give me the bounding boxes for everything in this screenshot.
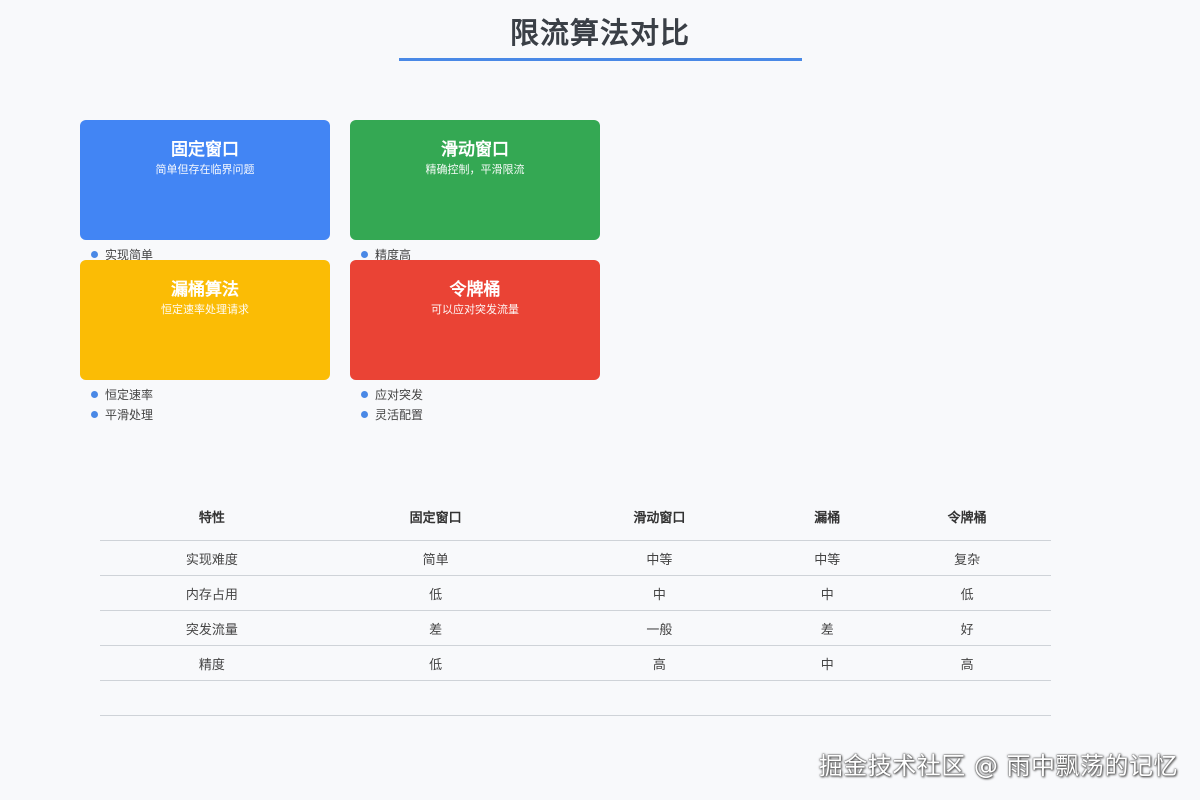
card-sliding-window: 滑动窗口 精确控制，平滑限流 xyxy=(350,120,600,240)
table-cell: 一般 xyxy=(547,610,772,646)
table-cell: 中 xyxy=(547,575,772,611)
comparison-table: 特性 固定窗口 滑动窗口 漏桶 令牌桶 实现难度 简单 中等 中等 复杂 内存占… xyxy=(100,493,1051,716)
list-item: 平滑处理 xyxy=(91,408,153,428)
table-cell: 低 xyxy=(323,645,548,681)
bullet-dot-icon xyxy=(91,251,98,258)
table-cell: 差 xyxy=(323,610,548,646)
table-cell: 中 xyxy=(771,575,884,611)
table-cell: 好 xyxy=(883,610,1051,646)
bullet-dot-icon xyxy=(91,411,98,418)
card-leaky-bucket: 漏桶算法 恒定速率处理请求 xyxy=(80,260,330,380)
table-row: 内存占用 低 中 中 低 xyxy=(100,575,1051,611)
table-cell: 实现难度 xyxy=(100,540,324,576)
table-cell: 低 xyxy=(323,575,548,611)
card-title: 令牌桶 xyxy=(449,280,501,300)
table-cell: 内存占用 xyxy=(100,575,324,611)
table-cell: 高 xyxy=(883,645,1051,681)
table-cell: 差 xyxy=(771,610,884,646)
table-row: 精度 低 高 中 高 xyxy=(100,645,1051,681)
list-item: 灵活配置 xyxy=(361,408,423,428)
table-cell: 高 xyxy=(547,645,772,681)
table-header-cell: 令牌桶 xyxy=(947,511,987,526)
card-description: 精确控制，平滑限流 xyxy=(425,163,525,176)
list-item: 恒定速率 xyxy=(91,388,153,408)
table-row: 实现难度 简单 中等 中等 复杂 xyxy=(100,540,1051,576)
table-row: 突发流量 差 一般 差 好 xyxy=(100,610,1051,646)
card-description: 可以应对突发流量 xyxy=(431,303,519,316)
page-title: 限流算法对比 xyxy=(509,16,690,50)
list-item: 应对突发 xyxy=(361,388,423,408)
bullet-dot-icon xyxy=(91,391,98,398)
card-title: 滑动窗口 xyxy=(441,140,509,160)
table-header-cell: 滑动窗口 xyxy=(633,511,686,526)
watermark: 掘金技术社区 @ 雨中飘荡的记忆 xyxy=(818,752,1178,780)
card-fixed-window: 固定窗口 简单但存在临界问题 xyxy=(80,120,330,240)
table-header-cell: 固定窗口 xyxy=(409,511,462,526)
bullet-dot-icon xyxy=(361,391,368,398)
table-row-empty xyxy=(100,680,1051,716)
card-title: 漏桶算法 xyxy=(171,280,239,300)
card-description: 恒定速率处理请求 xyxy=(161,303,249,316)
table-header-row: 特性 固定窗口 滑动窗口 漏桶 令牌桶 xyxy=(100,493,1051,541)
table-cell: 中等 xyxy=(547,540,772,576)
card-token-bucket: 令牌桶 可以应对突发流量 xyxy=(350,260,600,380)
table-cell: 复杂 xyxy=(883,540,1051,576)
bullet-dot-icon xyxy=(361,411,368,418)
card-description: 简单但存在临界问题 xyxy=(155,163,255,176)
table-cell: 中等 xyxy=(771,540,884,576)
card-points-token-bucket: 应对突发 灵活配置 xyxy=(361,388,423,428)
table-cell: 简单 xyxy=(323,540,548,576)
title-underline xyxy=(399,58,802,61)
card-points-leaky-bucket: 恒定速率 平滑处理 xyxy=(91,388,153,428)
table-cell: 中 xyxy=(771,645,884,681)
table-header-cell: 特性 xyxy=(198,511,225,526)
table-header-cell: 漏桶 xyxy=(814,511,841,526)
table-cell: 低 xyxy=(883,575,1051,611)
table-cell: 精度 xyxy=(100,645,324,681)
bullet-dot-icon xyxy=(361,251,368,258)
card-title: 固定窗口 xyxy=(171,140,239,160)
table-cell: 突发流量 xyxy=(100,610,324,646)
